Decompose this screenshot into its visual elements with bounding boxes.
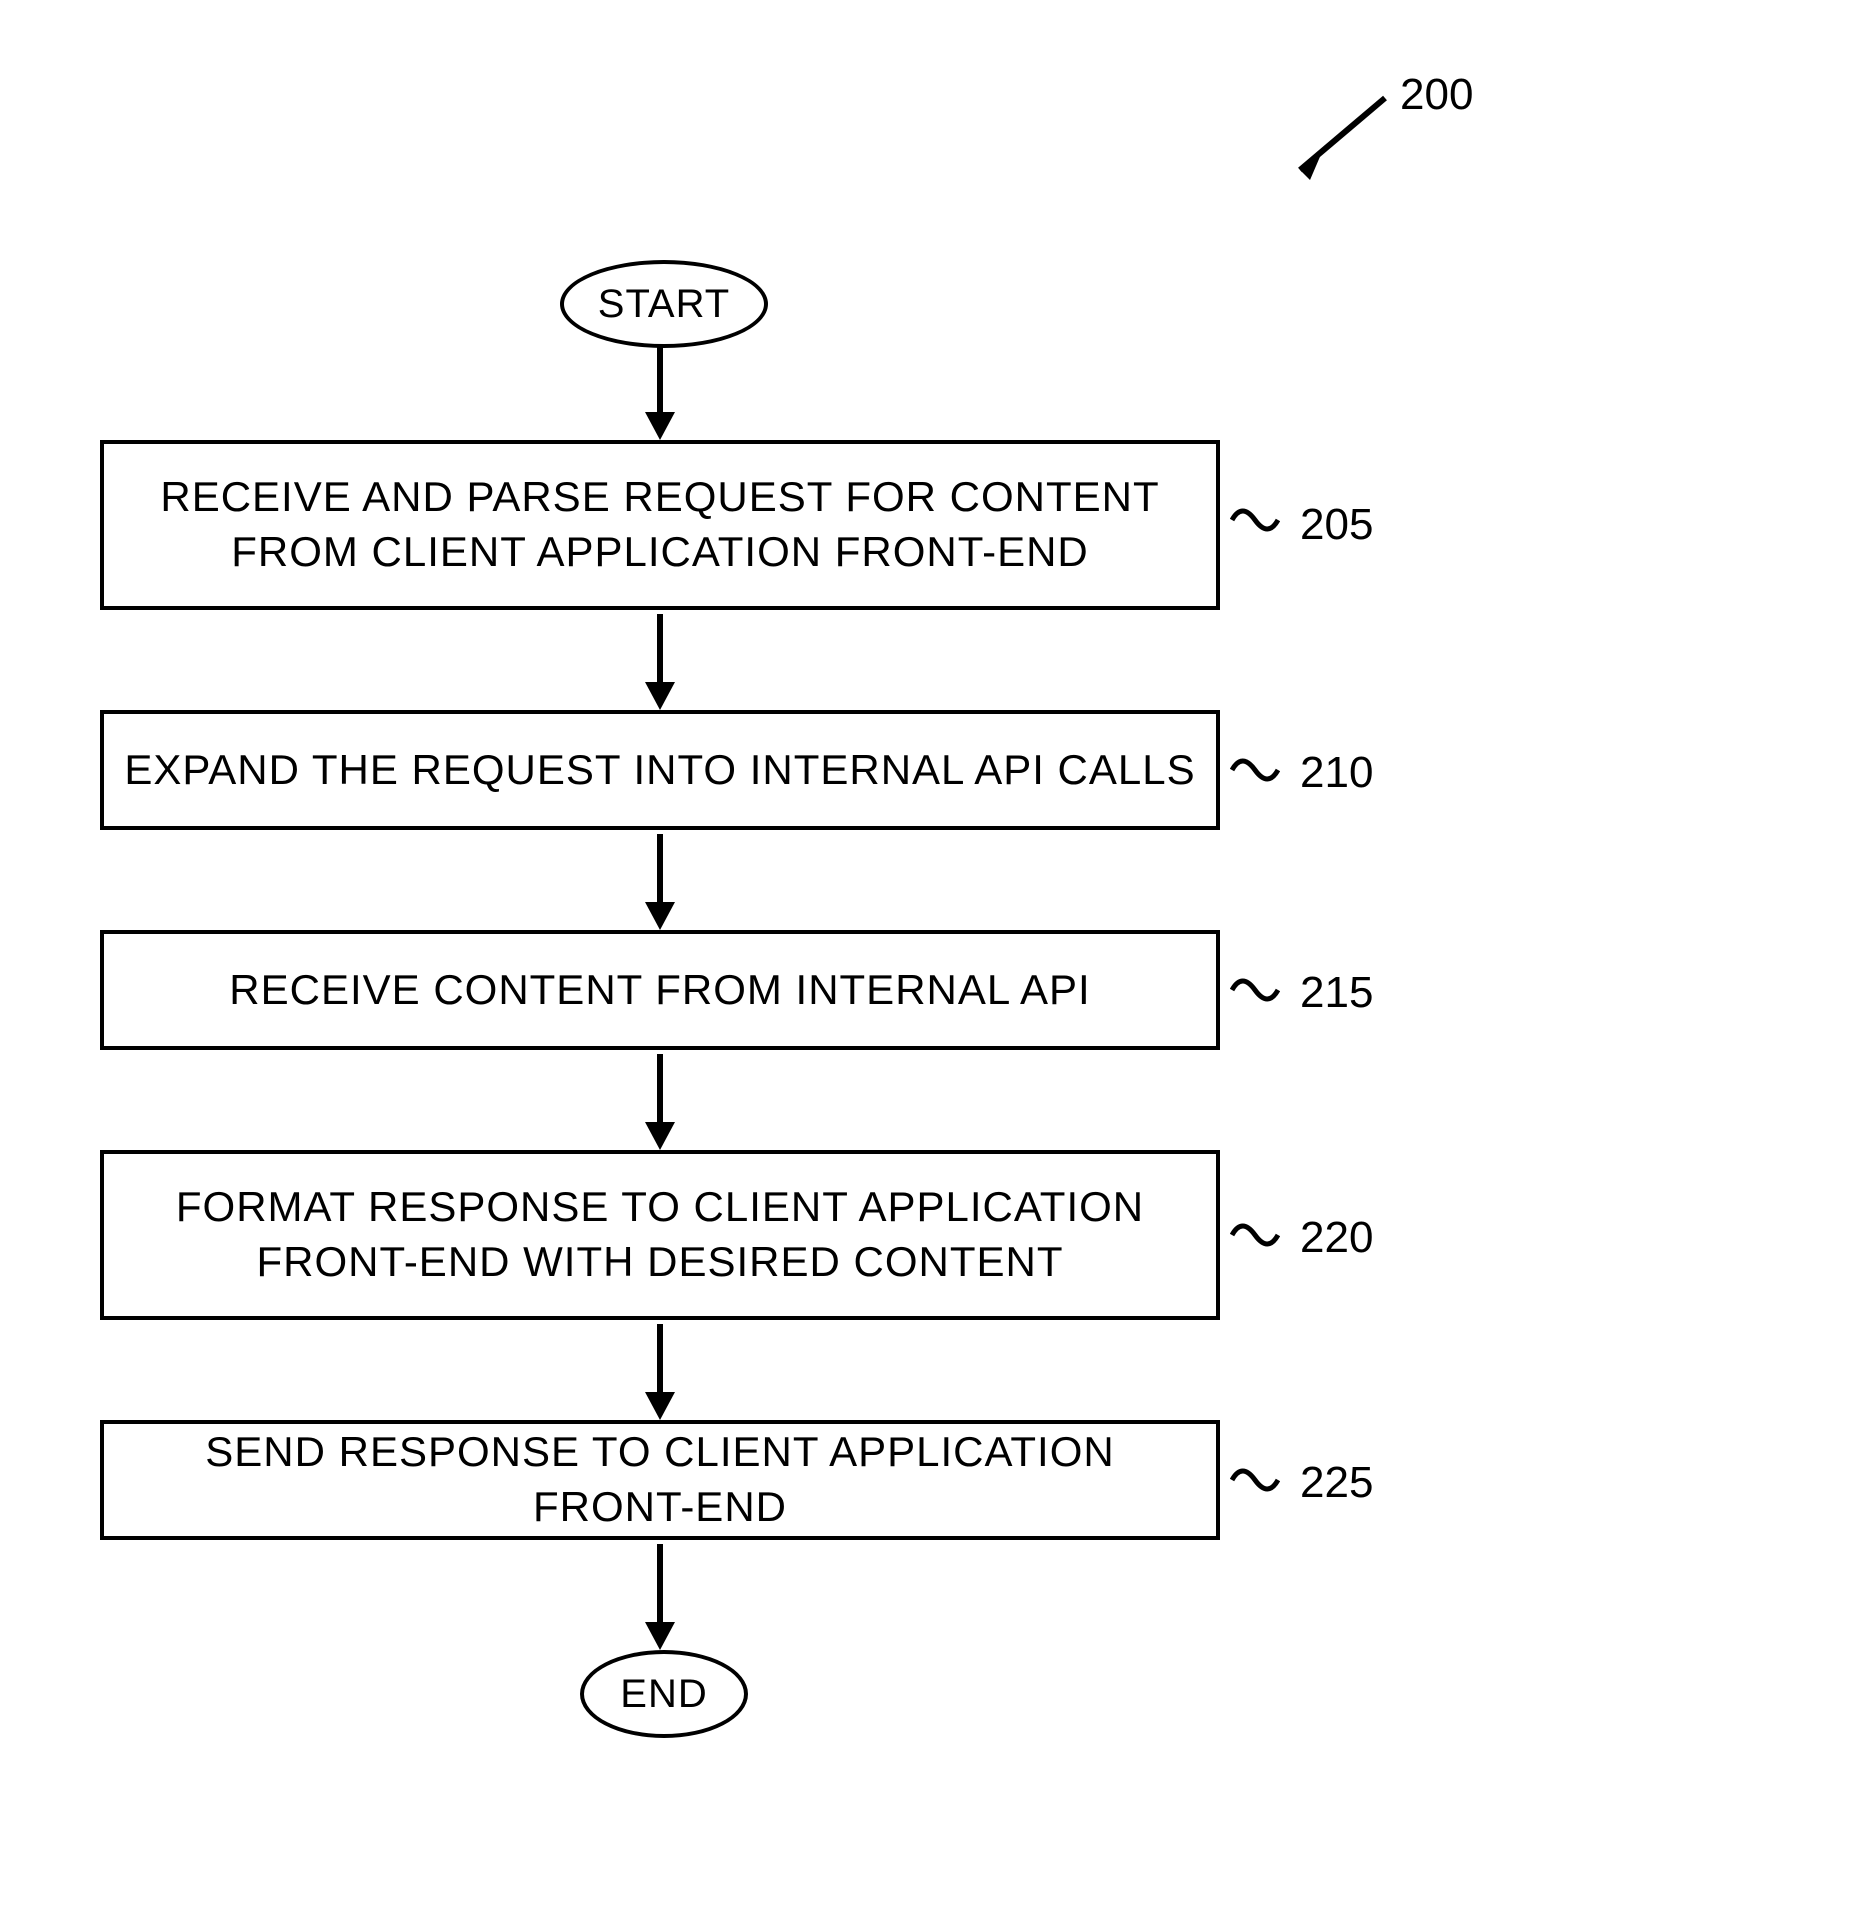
flowchart-canvas: 200 START RECEIVE AND PARSE REQUEST FOR … (0, 0, 1865, 1919)
step-box-215: RECEIVE CONTENT FROM INTERNAL API (100, 930, 1220, 1050)
step-text-205: RECEIVE AND PARSE REQUEST FOR CONTENT FR… (124, 470, 1196, 579)
step-ref-210: 210 (1300, 748, 1373, 798)
start-terminal: START (560, 260, 768, 348)
ref-connector-icon (1230, 970, 1280, 1010)
step-box-225: SEND RESPONSE TO CLIENT APPLICATION FRON… (100, 1420, 1220, 1540)
step-text-210: EXPAND THE REQUEST INTO INTERNAL API CAL… (124, 743, 1195, 798)
step-ref-225: 225 (1300, 1458, 1373, 1508)
step-text-220: FORMAT RESPONSE TO CLIENT APPLICATION FR… (124, 1180, 1196, 1289)
ref-connector-icon (1230, 750, 1280, 790)
end-terminal: END (580, 1650, 748, 1738)
step-ref-205: 205 (1300, 500, 1373, 550)
step-box-205: RECEIVE AND PARSE REQUEST FOR CONTENT FR… (100, 440, 1220, 610)
step-ref-220: 220 (1300, 1213, 1373, 1263)
step-ref-215: 215 (1300, 968, 1373, 1018)
ref-connector-icon (1230, 500, 1280, 540)
step-text-215: RECEIVE CONTENT FROM INTERNAL API (229, 963, 1090, 1018)
step-box-210: EXPAND THE REQUEST INTO INTERNAL API CAL… (100, 710, 1220, 830)
step-box-220: FORMAT RESPONSE TO CLIENT APPLICATION FR… (100, 1150, 1220, 1320)
step-text-225: SEND RESPONSE TO CLIENT APPLICATION FRON… (124, 1425, 1196, 1534)
figure-ref-label: 200 (1400, 70, 1473, 120)
figure-ref-arrow-icon (1270, 90, 1400, 190)
start-label: START (598, 282, 730, 327)
ref-connector-icon (1230, 1215, 1280, 1255)
ref-connector-icon (1230, 1460, 1280, 1500)
end-label: END (620, 1672, 707, 1717)
